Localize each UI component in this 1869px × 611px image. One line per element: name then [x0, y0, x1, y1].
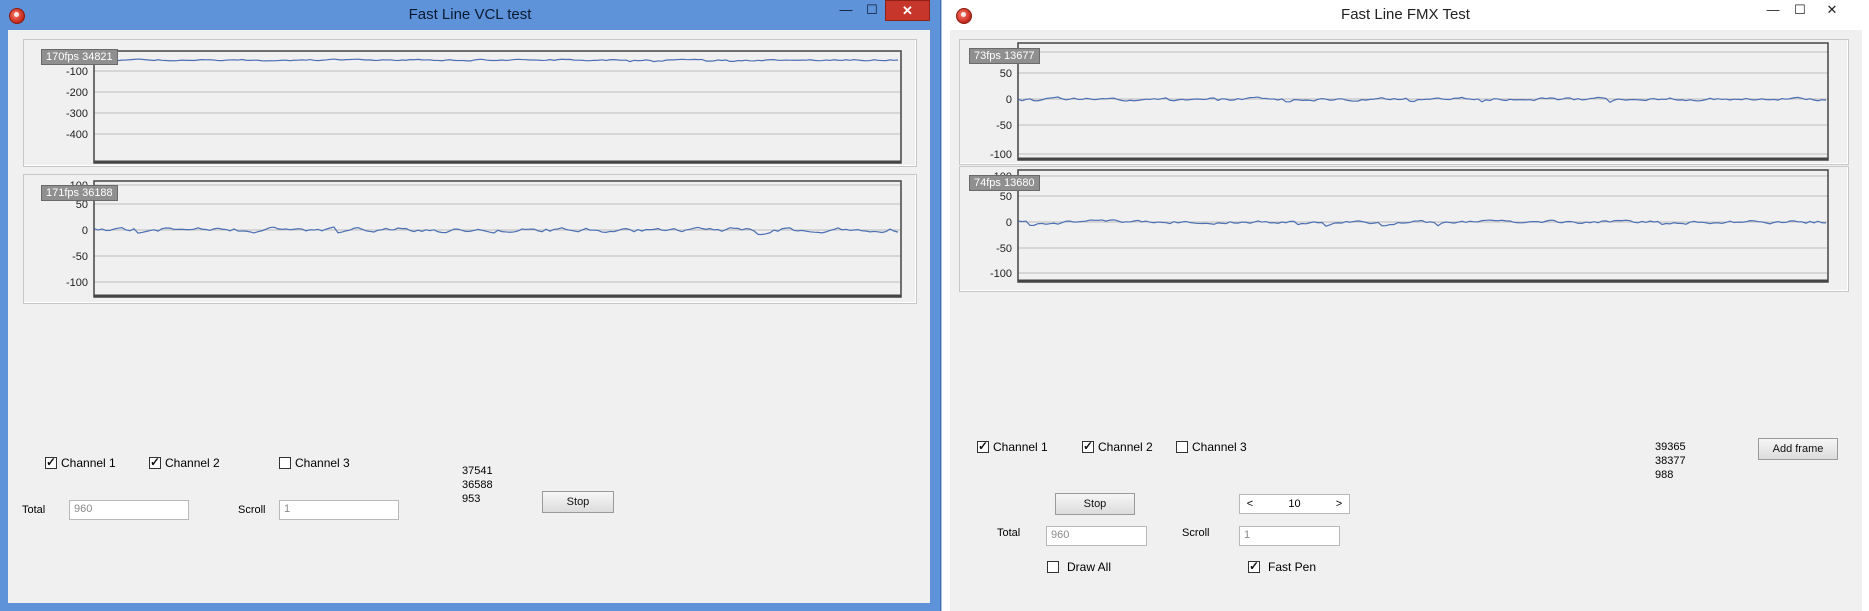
vcl-channel-1-checkbox[interactable]: Channel 1	[45, 455, 116, 470]
fmx-chart-1[interactable]: 100500-50-100 73fps 13677	[959, 39, 1849, 165]
maximize-button[interactable]: ☐	[1787, 0, 1813, 21]
checkbox-label: Channel 3	[295, 456, 350, 470]
close-button[interactable]: ✕	[885, 0, 930, 21]
fmx-chart-2-plot: 100500-50-100	[990, 169, 1829, 283]
y-tick-label: -200	[66, 87, 88, 99]
series-line	[93, 226, 899, 236]
draw-all-checkbox[interactable]: Draw All	[1047, 560, 1111, 574]
checkbox-check-icon[interactable]	[149, 455, 161, 469]
vcl-stop-button[interactable]: Stop	[542, 491, 614, 513]
vcl-stat-1: 37541	[462, 465, 493, 477]
add-frame-button[interactable]: Add frame	[1758, 438, 1838, 460]
y-tick-label: -50	[996, 243, 1012, 255]
vcl-chart-2[interactable]: 100500-50-100 171fps 36188	[23, 174, 917, 304]
checkbox-label: Fast Pen	[1268, 560, 1317, 574]
y-tick-label: 0	[82, 225, 88, 237]
minimize-button[interactable]: —	[833, 0, 859, 21]
spinbox-value[interactable]: 10	[1260, 498, 1329, 510]
checkbox-label: Channel 2	[165, 456, 220, 470]
y-tick-label: 0	[1006, 94, 1012, 106]
checkbox-empty-icon[interactable]	[1047, 561, 1059, 573]
y-tick-label: -300	[66, 108, 88, 120]
vcl-scroll-input[interactable]: 1	[279, 500, 399, 520]
plot-frame	[93, 50, 902, 164]
y-tick-label: -100	[990, 268, 1012, 280]
fmx-channel-3-checkbox[interactable]: Channel 3	[1176, 440, 1247, 454]
maximize-button[interactable]: ☐	[859, 0, 885, 21]
vcl-stat-2: 36588	[462, 479, 493, 491]
fmx-client-area: 100500-50-100 73fps 13677 100500-50-100 …	[950, 30, 1862, 611]
fmx-stat-2: 38377	[1655, 455, 1686, 467]
y-tick-label: 50	[1000, 68, 1012, 80]
checkbox-check-icon[interactable]	[1082, 439, 1094, 453]
vcl-stats: 37541 36588 953	[462, 464, 493, 506]
y-tick-label: -100	[66, 66, 88, 78]
vcl-total-input[interactable]: 960	[69, 500, 189, 520]
chevron-right-icon[interactable]: >	[1329, 498, 1349, 510]
fmx-titlebar[interactable]: Fast Line FMX Test — ☐ ✕	[942, 0, 1869, 30]
checkbox-check-icon[interactable]	[45, 455, 57, 469]
plot-frame	[93, 180, 902, 298]
fmx-stat-3: 988	[1655, 469, 1674, 481]
checkbox-empty-icon[interactable]	[1176, 441, 1188, 453]
checkbox-label: Draw All	[1067, 560, 1112, 574]
vcl-chart-1-fps-label: 170fps 34821	[41, 49, 118, 65]
checkbox-check-icon[interactable]	[1248, 559, 1260, 573]
vcl-stat-3: 953	[462, 493, 481, 505]
fast-pen-checkbox[interactable]: Fast Pen	[1248, 559, 1317, 574]
checkbox-check-icon[interactable]	[977, 439, 989, 453]
vcl-total-label: Total	[22, 504, 46, 516]
y-tick-label: -50	[72, 251, 88, 263]
fmx-total-input[interactable]: 960	[1046, 526, 1147, 546]
checkbox-label: Channel 1	[993, 440, 1048, 454]
minimize-button[interactable]: —	[1760, 0, 1786, 21]
vcl-channel-3-checkbox[interactable]: Channel 3	[279, 456, 350, 470]
y-tick-label: -100	[66, 277, 88, 289]
fmx-chart-2-fps-label: 74fps 13680	[969, 175, 1040, 191]
fmx-chart-2[interactable]: 100500-50-100 74fps 13680	[959, 166, 1849, 292]
vcl-chart-2-fps-label: 171fps 36188	[41, 185, 118, 201]
checkbox-label: Channel 1	[61, 456, 116, 470]
fmx-stat-1: 39365	[1655, 441, 1686, 453]
y-tick-label: -100	[990, 149, 1012, 161]
chevron-left-icon[interactable]: <	[1240, 498, 1260, 510]
series-line	[1017, 96, 1827, 103]
checkbox-label: Channel 2	[1098, 440, 1153, 454]
y-tick-label: 50	[1000, 191, 1012, 203]
checkbox-empty-icon[interactable]	[279, 457, 291, 469]
vcl-window: Fast Line VCL test — ☐ ✕ -100 -200 -300 -40…	[0, 0, 941, 611]
checkbox-label: Channel 3	[1192, 440, 1247, 454]
fmx-scroll-input[interactable]: 1	[1239, 526, 1340, 546]
fmx-channel-2-checkbox[interactable]: Channel 2	[1082, 439, 1153, 454]
y-tick-label: -400	[66, 129, 88, 141]
vcl-chart-1[interactable]: -100 -200 -300 -400 170fps 34821	[23, 39, 917, 167]
fmx-total-label: Total	[997, 527, 1021, 539]
y-tick-label: -50	[996, 120, 1012, 132]
vcl-channel-2-checkbox[interactable]: Channel 2	[149, 455, 220, 470]
y-tick-label: 0	[1006, 217, 1012, 229]
fmx-window-title: Fast Line FMX Test	[1341, 6, 1470, 23]
series-line	[93, 58, 899, 63]
vcl-chart-2-plot: 100500-50-100	[66, 180, 902, 298]
fmx-chart-1-fps-label: 73fps 13677	[969, 48, 1040, 64]
close-button[interactable]: ✕	[1817, 0, 1847, 21]
vcl-titlebar[interactable]: Fast Line VCL test — ☐ ✕	[0, 0, 940, 30]
fmx-stop-button[interactable]: Stop	[1055, 493, 1135, 515]
plot-frame	[1017, 42, 1829, 161]
vcl-window-title: Fast Line VCL test	[408, 6, 532, 23]
fmx-window: Fast Line FMX Test — ☐ ✕ 100500-50-100 7…	[941, 0, 1869, 611]
vcl-chart-1-plot: -100 -200 -300 -400	[66, 50, 902, 164]
frame-spinbox[interactable]: < 10 >	[1239, 494, 1350, 514]
fmx-channel-1-checkbox[interactable]: Channel 1	[977, 439, 1048, 454]
plot-frame	[1017, 169, 1829, 283]
fmx-chart-1-plot: 100500-50-100	[990, 42, 1829, 161]
vcl-scroll-label: Scroll	[238, 504, 266, 516]
fmx-scroll-label: Scroll	[1182, 527, 1210, 539]
vcl-client-area: -100-200-300-400 170fps 34821 100500-50-…	[8, 30, 930, 603]
fmx-stats: 39365 38377 988	[1655, 440, 1686, 482]
series-line	[1017, 219, 1827, 227]
